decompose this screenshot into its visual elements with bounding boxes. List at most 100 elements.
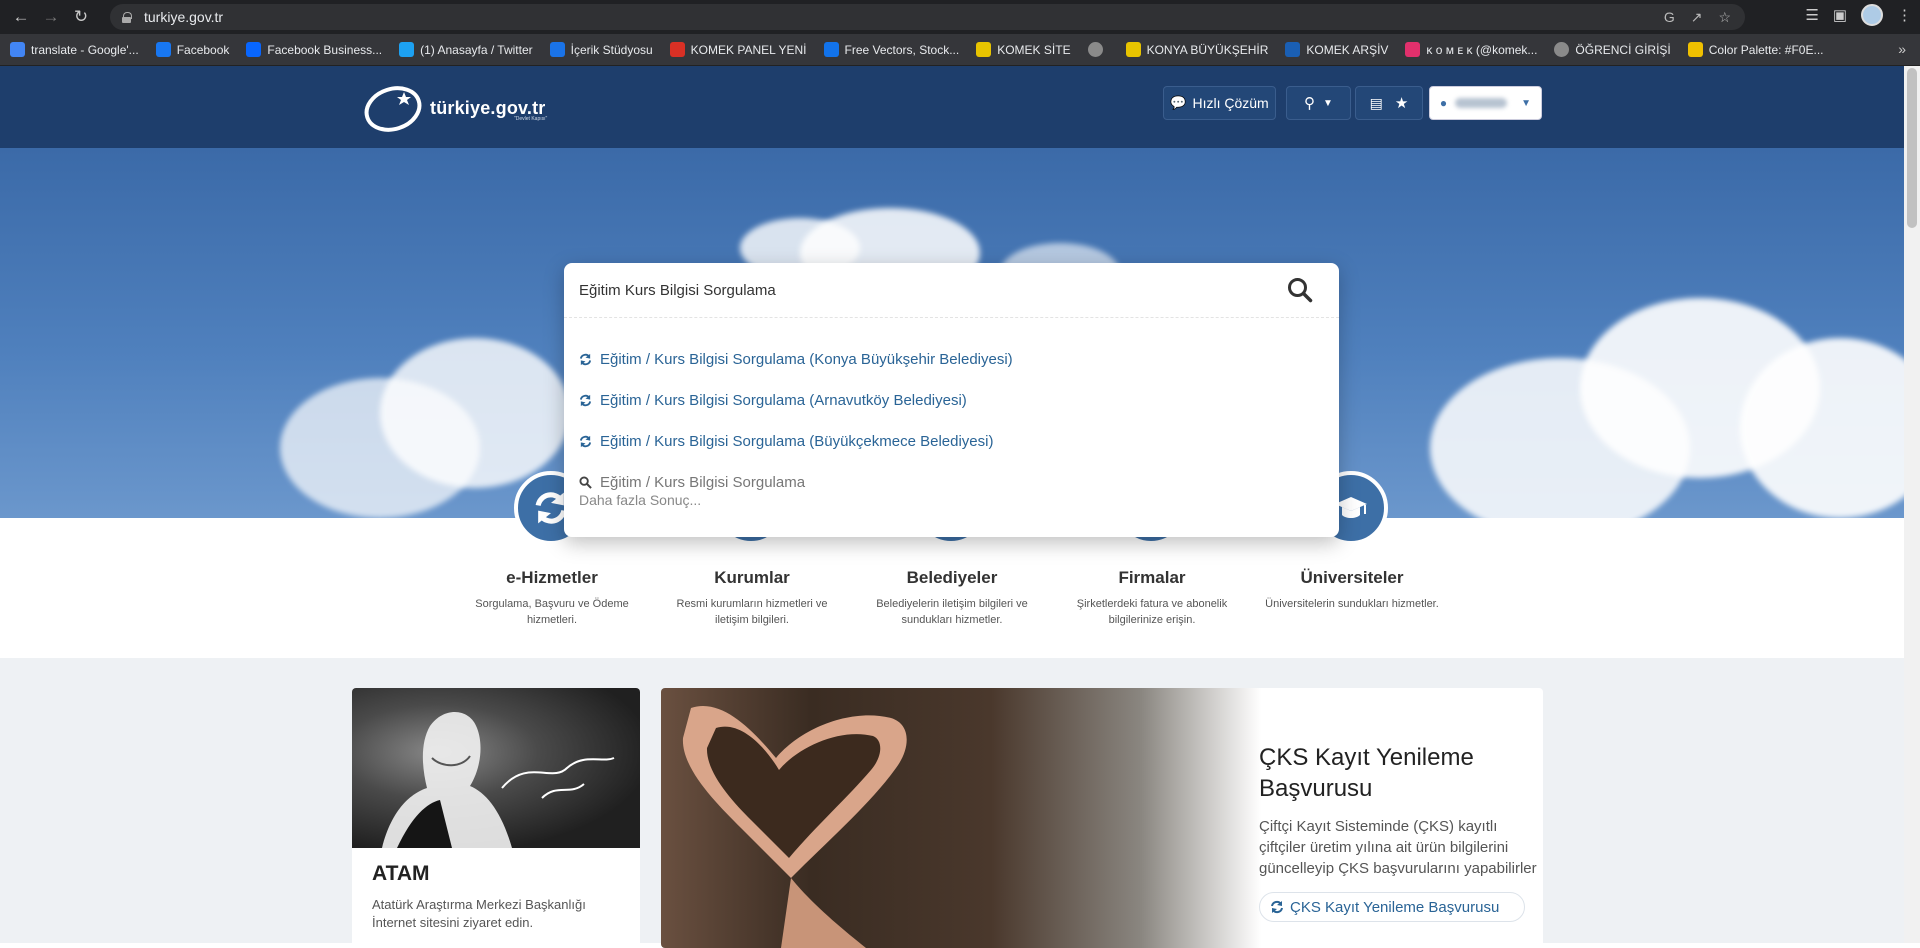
key-icon: ⚲ [1304,95,1316,112]
dsh-icon [1285,42,1301,57]
google-icon [10,42,25,57]
forward-button[interactable]: → [36,2,66,32]
globe-icon [1087,42,1103,57]
bookmark-label: (1) Anasayfa / Twitter [420,42,533,57]
bookmark-label: KOMEK SİTE [997,42,1071,57]
bookmark-item[interactable]: Facebook Business... [246,42,382,57]
crescent-star-logo-icon [364,86,422,132]
search-icon [1288,278,1313,303]
bookmark-item[interactable]: KOMEK ARŞİV [1285,42,1388,57]
site-header: türkiye.gov.tr "Devlet Kapısı" 💬 Hızlı Ç… [0,66,1904,148]
bookmark-item[interactable]: translate - Google'... [10,42,139,57]
globe-icon [1554,42,1570,57]
address-bar[interactable]: turkiye.gov.tr G ↗ ☆ [110,4,1745,30]
category-description: Belediyelerin iletişim bilgileri ve sund… [876,598,1028,626]
category-description: Sorgulama, Başvuru ve Ödeme hizmetleri. [475,598,629,626]
bookmark-item[interactable]: ÖĞRENCİ GİRİŞİ [1554,42,1671,57]
bookmark-item[interactable]: İçerik Stüdyosu [549,42,653,57]
scrollbar-thumb[interactable] [1907,68,1917,228]
profile-avatar[interactable] [1861,4,1883,26]
bookmark-label: translate - Google'... [31,42,139,57]
suggestion-label: Eğitim / Kurs Bilgisi Sorgulama [600,473,806,491]
side-panel-icon[interactable]: ▣ [1833,6,1847,24]
caret-down-icon: ▼ [1323,97,1333,109]
google-lens-icon[interactable]: G [1664,9,1675,25]
search-icon [579,475,592,489]
refresh-icon [579,435,592,447]
bookmark-star-icon[interactable]: ☆ [1718,9,1731,26]
category-title: Kurumlar [714,568,790,587]
category-title: Üniversiteler [1300,568,1404,587]
refresh-icon [1271,900,1283,914]
logo-subtitle: "Devlet Kapısı" [514,116,548,122]
hands-heart-illustration [682,706,907,948]
cks-title: ÇKS Kayıt Yenileme Başvurusu [1259,744,1474,802]
id-card-icon[interactable]: ▤ [1370,95,1383,112]
share-icon[interactable]: ↗ [1691,9,1703,26]
atam-card[interactable]: ATAM Atatürk Araştırma Merkezi Başkanlığ… [352,688,640,948]
suggestion-label: Eğitim / Kurs Bilgisi Sorgulama (Büyükçe… [600,432,994,450]
lock-icon [122,12,132,23]
bookmark-label: İçerik Stüdyosu [570,42,653,57]
cks-apply-link[interactable]: ÇKS Kayıt Yenileme Başvurusu [1259,892,1525,922]
bookmark-item[interactable]: KOMEK PANEL YENİ [669,42,807,57]
quick-solution-button[interactable]: 💬 Hızlı Çözüm [1163,86,1276,120]
bookmark-label: ᴋ ᴏ ᴍ ᴇ ᴋ (@komek... [1426,42,1538,57]
reload-button[interactable]: ↻ [66,2,96,32]
bookmarks-overflow-icon[interactable]: » [1898,41,1906,57]
id-star-button-group: ▤ ★ [1355,86,1423,120]
atam-description: Atatürk Araştırma Merkezi Başkanlığı İnt… [372,897,586,930]
more-results-link[interactable]: Daha fazla Sonuç... [579,492,701,508]
category-title: e-Hizmetler [506,568,598,587]
search-suggestion[interactable]: Eğitim / Kurs Bilgisi Sorgulama (Konya B… [579,346,1013,372]
category-description: Şirketlerdeki fatura ve abonelik bilgile… [1076,598,1228,626]
bookmark-label: KOMEK PANEL YENİ [690,42,807,57]
search-input[interactable] [564,263,1264,317]
suggestion-label: Eğitim / Kurs Bilgisi Sorgulama (Konya B… [600,350,1013,368]
quick-solution-label: Hızlı Çözüm [1192,95,1269,111]
search-suggestion[interactable]: Eğitim / Kurs Bilgisi Sorgulama (Büyükçe… [579,428,993,454]
categories-bar: e-Hizmetler Sorgulama, Başvuru ve Ödeme h… [0,471,1904,658]
bookmark-item[interactable]: KOMEK SİTE [976,42,1071,57]
category-title: Belediyeler [906,568,998,587]
site-logo[interactable]: türkiye.gov.tr "Devlet Kapısı" [364,82,564,134]
calendar-icon [549,42,565,57]
caret-down-icon: ▼ [1521,97,1532,109]
bookmark-item[interactable]: (1) Anasayfa / Twitter [399,42,533,57]
freepik-icon [823,42,839,57]
search-suggestion[interactable]: Eğitim / Kurs Bilgisi Sorgulama (Arnavut… [579,387,967,413]
media-control-icon[interactable]: ☰ [1805,6,1818,24]
bookmark-item[interactable]: Free Vectors, Stock... [823,42,959,57]
soil-heart-hands-image [661,688,1261,948]
favorites-star-icon[interactable]: ★ [1395,94,1408,112]
cks-description: Çiftçi Kayıt Sisteminde (ÇKS) kayıtlı çi… [1259,818,1537,877]
category-title: Firmalar [1118,568,1186,587]
back-button[interactable]: ← [6,2,36,32]
search-button[interactable] [1281,272,1319,308]
komek-icon [976,42,992,57]
cks-apply-link-label: ÇKS Kayıt Yenileme Başvurusu [1290,898,1500,916]
suggestion-label: Eğitim / Kurs Bilgisi Sorgulama (Arnavut… [600,391,967,409]
bookmark-item[interactable]: KONYA BÜYÜKŞEHİR [1125,42,1268,57]
bookmark-item[interactable]: Facebook [155,42,230,57]
menu-kebab-icon[interactable]: ⋮ [1897,6,1912,24]
url-text: turkiye.gov.tr [144,9,224,25]
bookmark-label: ÖĞRENCİ GİRİŞİ [1575,42,1671,57]
user-name-blurred [1455,98,1508,108]
bookmark-item[interactable]: Color Palette: #F0E... [1687,42,1824,57]
bookmarks-bar: translate - Google'... Facebook Facebook B… [0,34,1920,66]
bookmark-label: Color Palette: #F0E... [1708,42,1824,57]
bookmark-item[interactable] [1087,42,1109,57]
browser-toolbar: ← → ↻ turkiye.gov.tr G ↗ ☆ ☰ ▣ ⋮ [0,0,1920,34]
login-key-button[interactable]: ⚲ ▼ [1286,86,1351,120]
page-scrollbar[interactable] [1904,66,1920,943]
user-menu-button[interactable]: ● ▼ [1429,86,1542,120]
bookmark-label: Facebook [176,42,230,57]
palette-icon [1687,42,1703,57]
bookmark-item[interactable]: ᴋ ᴏ ᴍ ᴇ ᴋ (@komek... [1405,42,1537,57]
cks-card[interactable]: ÇKS Kayıt Yenileme Başvurusu Çiftçi Kayı… [661,688,1543,948]
content-section: ATAM Atatürk Araştırma Merkezi Başkanlığ… [0,658,1904,948]
user-icon: ● [1439,96,1448,110]
chat-icon: 💬 [1170,95,1187,110]
category-description: Üniversitelerin sundukları hizmetler. [1265,598,1439,610]
